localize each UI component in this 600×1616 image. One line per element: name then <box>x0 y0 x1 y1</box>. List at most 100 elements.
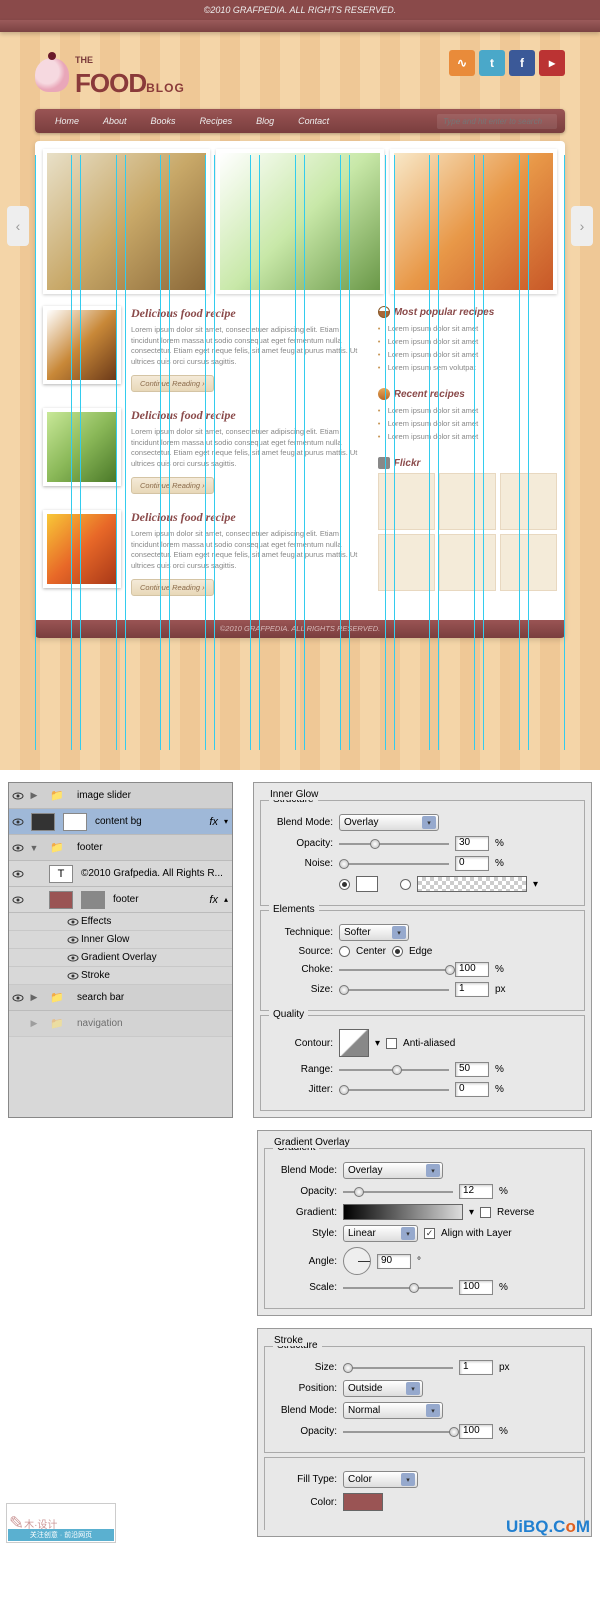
post-thumb[interactable] <box>43 510 121 588</box>
read-more-button[interactable]: Continue Reading › <box>131 477 214 494</box>
range-input[interactable]: 50 <box>455 1062 489 1077</box>
flickr-thumb[interactable] <box>500 534 557 591</box>
choke-slider[interactable] <box>339 963 449 977</box>
layer-row[interactable]: T ©2010 Grafpedia. All Rights R... <box>9 861 232 887</box>
slide-3[interactable] <box>390 149 557 294</box>
post-title[interactable]: Delicious food recipe <box>131 408 366 423</box>
opacity-input[interactable]: 12 <box>459 1184 493 1199</box>
blend-mode-select[interactable]: Overlay▾ <box>339 814 439 831</box>
color-picker[interactable] <box>343 1493 383 1511</box>
visibility-icon[interactable] <box>9 842 27 854</box>
flickr-thumb[interactable] <box>500 473 557 530</box>
layer-name[interactable]: footer <box>109 894 203 905</box>
scale-slider[interactable] <box>343 1281 453 1295</box>
disclosure-icon[interactable]: ▶ <box>27 1018 41 1029</box>
fill-type-select[interactable]: Color▾ <box>343 1471 418 1488</box>
chevron-down-icon[interactable]: ▾ <box>533 879 538 890</box>
visibility-icon[interactable] <box>65 952 81 964</box>
size-input[interactable]: 1 <box>459 1360 493 1375</box>
range-slider[interactable] <box>339 1063 449 1077</box>
noise-slider[interactable] <box>339 857 449 871</box>
jitter-input[interactable]: 0 <box>455 1082 489 1097</box>
slider-next-icon[interactable]: › <box>571 206 593 246</box>
opacity-slider[interactable] <box>343 1185 453 1199</box>
nav-blog[interactable]: Blog <box>244 116 286 126</box>
twitter-icon[interactable]: t <box>479 50 505 76</box>
layer-row[interactable]: ▶ 📁 navigation <box>9 1011 232 1037</box>
fx-badge[interactable]: fx <box>203 816 224 828</box>
chevron-down-icon[interactable]: ▾ <box>469 1207 474 1218</box>
slide-2[interactable] <box>216 149 383 294</box>
gradient-picker[interactable] <box>343 1204 463 1220</box>
visibility-icon[interactable] <box>9 868 27 880</box>
list-item[interactable]: Lorem ipsum dolor sit amet <box>378 430 557 443</box>
layer-name[interactable]: content bg <box>91 816 203 827</box>
scale-input[interactable]: 100 <box>459 1280 493 1295</box>
opacity-input[interactable]: 30 <box>455 836 489 851</box>
visibility-icon[interactable] <box>9 816 27 828</box>
layer-name[interactable]: image slider <box>73 790 232 801</box>
angle-dial[interactable] <box>343 1247 371 1275</box>
noise-input[interactable]: 0 <box>455 856 489 871</box>
nav-home[interactable]: Home <box>43 116 91 126</box>
post-thumb[interactable] <box>43 306 121 384</box>
contour-picker[interactable] <box>339 1029 369 1057</box>
site-logo[interactable]: THE FOODBLOG <box>35 50 185 99</box>
visibility-icon[interactable] <box>9 992 27 1004</box>
layer-row[interactable]: footer fx▴ <box>9 887 232 913</box>
opacity-slider[interactable] <box>343 1425 453 1439</box>
nav-books[interactable]: Books <box>139 116 188 126</box>
visibility-icon[interactable] <box>65 934 81 946</box>
color-radio[interactable] <box>339 879 350 890</box>
post-title[interactable]: Delicious food recipe <box>131 510 366 525</box>
disclosure-icon[interactable]: ▼ <box>27 843 41 853</box>
visibility-icon[interactable] <box>9 894 27 906</box>
read-more-button[interactable]: Continue Reading › <box>131 579 214 596</box>
flickr-thumb[interactable] <box>439 534 496 591</box>
size-slider[interactable] <box>343 1361 453 1375</box>
slide-1[interactable] <box>43 149 210 294</box>
antialiased-checkbox[interactable] <box>386 1038 397 1049</box>
fx-row[interactable]: Inner Glow <box>9 931 232 949</box>
gradient-swatch[interactable] <box>417 876 527 892</box>
disclosure-icon[interactable]: ▶ <box>27 790 41 801</box>
color-swatch[interactable] <box>356 876 378 892</box>
source-center-radio[interactable] <box>339 946 350 957</box>
choke-input[interactable]: 100 <box>455 962 489 977</box>
align-checkbox[interactable] <box>424 1228 435 1239</box>
opacity-slider[interactable] <box>339 837 449 851</box>
slider-prev-icon[interactable]: ‹ <box>7 206 29 246</box>
read-more-button[interactable]: Continue Reading › <box>131 375 214 392</box>
chevron-down-icon[interactable]: ▾ <box>375 1038 380 1049</box>
fx-badge[interactable]: fx <box>203 894 224 906</box>
youtube-icon[interactable]: ▸ <box>539 50 565 76</box>
list-item[interactable]: Lorem ipsum dolor sit amet <box>378 322 557 335</box>
nav-about[interactable]: About <box>91 116 139 126</box>
facebook-icon[interactable]: f <box>509 50 535 76</box>
nav-contact[interactable]: Contact <box>286 116 341 126</box>
list-item[interactable]: Lorem ipsum dolor sit amet <box>378 404 557 417</box>
blend-mode-select[interactable]: Overlay▾ <box>343 1162 443 1179</box>
search-input[interactable] <box>437 114 557 129</box>
layer-name[interactable]: footer <box>73 842 232 853</box>
source-edge-radio[interactable] <box>392 946 403 957</box>
post-thumb[interactable] <box>43 408 121 486</box>
fx-row[interactable]: Stroke <box>9 967 232 985</box>
gradient-radio[interactable] <box>400 879 411 890</box>
fx-row[interactable]: Gradient Overlay <box>9 949 232 967</box>
position-select[interactable]: Outside▾ <box>343 1380 423 1397</box>
layer-row[interactable]: ▶ 📁 image slider <box>9 783 232 809</box>
size-input[interactable]: 1 <box>455 982 489 997</box>
style-select[interactable]: Linear▾ <box>343 1225 418 1242</box>
list-item[interactable]: Lorem ipsum dolor sit amet <box>378 417 557 430</box>
size-slider[interactable] <box>339 983 449 997</box>
layer-name[interactable]: ©2010 Grafpedia. All Rights R... <box>77 868 232 879</box>
opacity-input[interactable]: 100 <box>459 1424 493 1439</box>
layer-row[interactable]: ▼ 📁 footer <box>9 835 232 861</box>
layer-row[interactable]: content bg fx▾ <box>9 809 232 835</box>
technique-select[interactable]: Softer▾ <box>339 924 409 941</box>
flickr-thumb[interactable] <box>378 473 435 530</box>
visibility-icon[interactable] <box>65 916 81 928</box>
jitter-slider[interactable] <box>339 1083 449 1097</box>
layer-row[interactable]: ▶ 📁 search bar <box>9 985 232 1011</box>
